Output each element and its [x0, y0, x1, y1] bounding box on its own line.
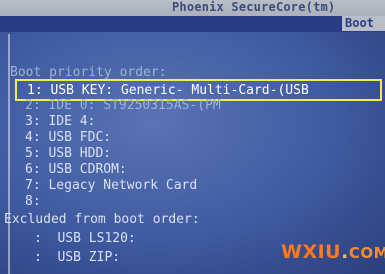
boot-item-1[interactable]: 1: USB KEY: Generic- Multi-Card-(USB [27, 83, 309, 98]
boot-item-7[interactable]: 7: Legacy Network Card [25, 178, 197, 193]
boot-item-index: 1: [27, 83, 43, 98]
boot-item-label: Legacy Network Card [48, 178, 198, 193]
boot-item-label: USB CDROM: [48, 162, 127, 177]
boot-item-label: USB HDD: [48, 146, 112, 161]
watermark-dot: . [341, 241, 349, 263]
excluded-item-label: USB ZIP: [57, 250, 121, 265]
site-watermark: WXIU.COM [281, 241, 385, 263]
excluded-item-2[interactable]: : USB ZIP: [34, 250, 120, 265]
boot-item-index: 7: [25, 178, 41, 193]
boot-item-4[interactable]: 4: USB FDC: [25, 130, 111, 145]
watermark-brand: WXIU [281, 241, 342, 263]
tab-boot[interactable]: Boot [342, 16, 385, 31]
boot-item-index: 2: [25, 98, 41, 113]
bios-screen: Phoenix SecureCore(tm) Boot Boot priorit… [0, 0, 385, 274]
excluded-item-1[interactable]: : USB LS120: [34, 231, 136, 246]
boot-item-label: IDE 4: [48, 114, 96, 129]
boot-item-index: 3: [25, 114, 41, 129]
boot-item-6[interactable]: 6: USB CDROM: [25, 162, 127, 177]
excluded-item-index: : [34, 250, 42, 265]
boot-item-index: 6: [25, 162, 41, 177]
boot-item-label: USB KEY: Generic- Multi-Card-(USB [50, 83, 309, 98]
excluded-item-index: : [34, 231, 42, 246]
boot-item-index: 4: [25, 130, 41, 145]
boot-item-label: IDE 0: ST9250315AS-(PM [48, 98, 221, 113]
boot-item-index: 5: [25, 146, 41, 161]
boot-item-2[interactable]: 2: IDE 0: ST9250315AS-(PM [25, 98, 221, 113]
boot-item-8[interactable]: 8: [25, 194, 48, 209]
watermark-tld: COM [348, 244, 385, 262]
excluded-item-label: USB LS120: [57, 231, 136, 246]
boot-item-3[interactable]: 3: IDE 4: [25, 114, 95, 129]
bios-tab-band [0, 16, 385, 32]
boot-item-label: USB FDC: [48, 130, 112, 145]
boot-priority-heading: Boot priority order: [10, 65, 167, 80]
boot-item-5[interactable]: 5: USB HDD: [25, 146, 111, 161]
boot-item-index: 8: [25, 194, 41, 209]
excluded-heading: Excluded from boot order: [4, 212, 200, 227]
bios-vendor-title: Phoenix SecureCore(tm) [172, 0, 336, 14]
